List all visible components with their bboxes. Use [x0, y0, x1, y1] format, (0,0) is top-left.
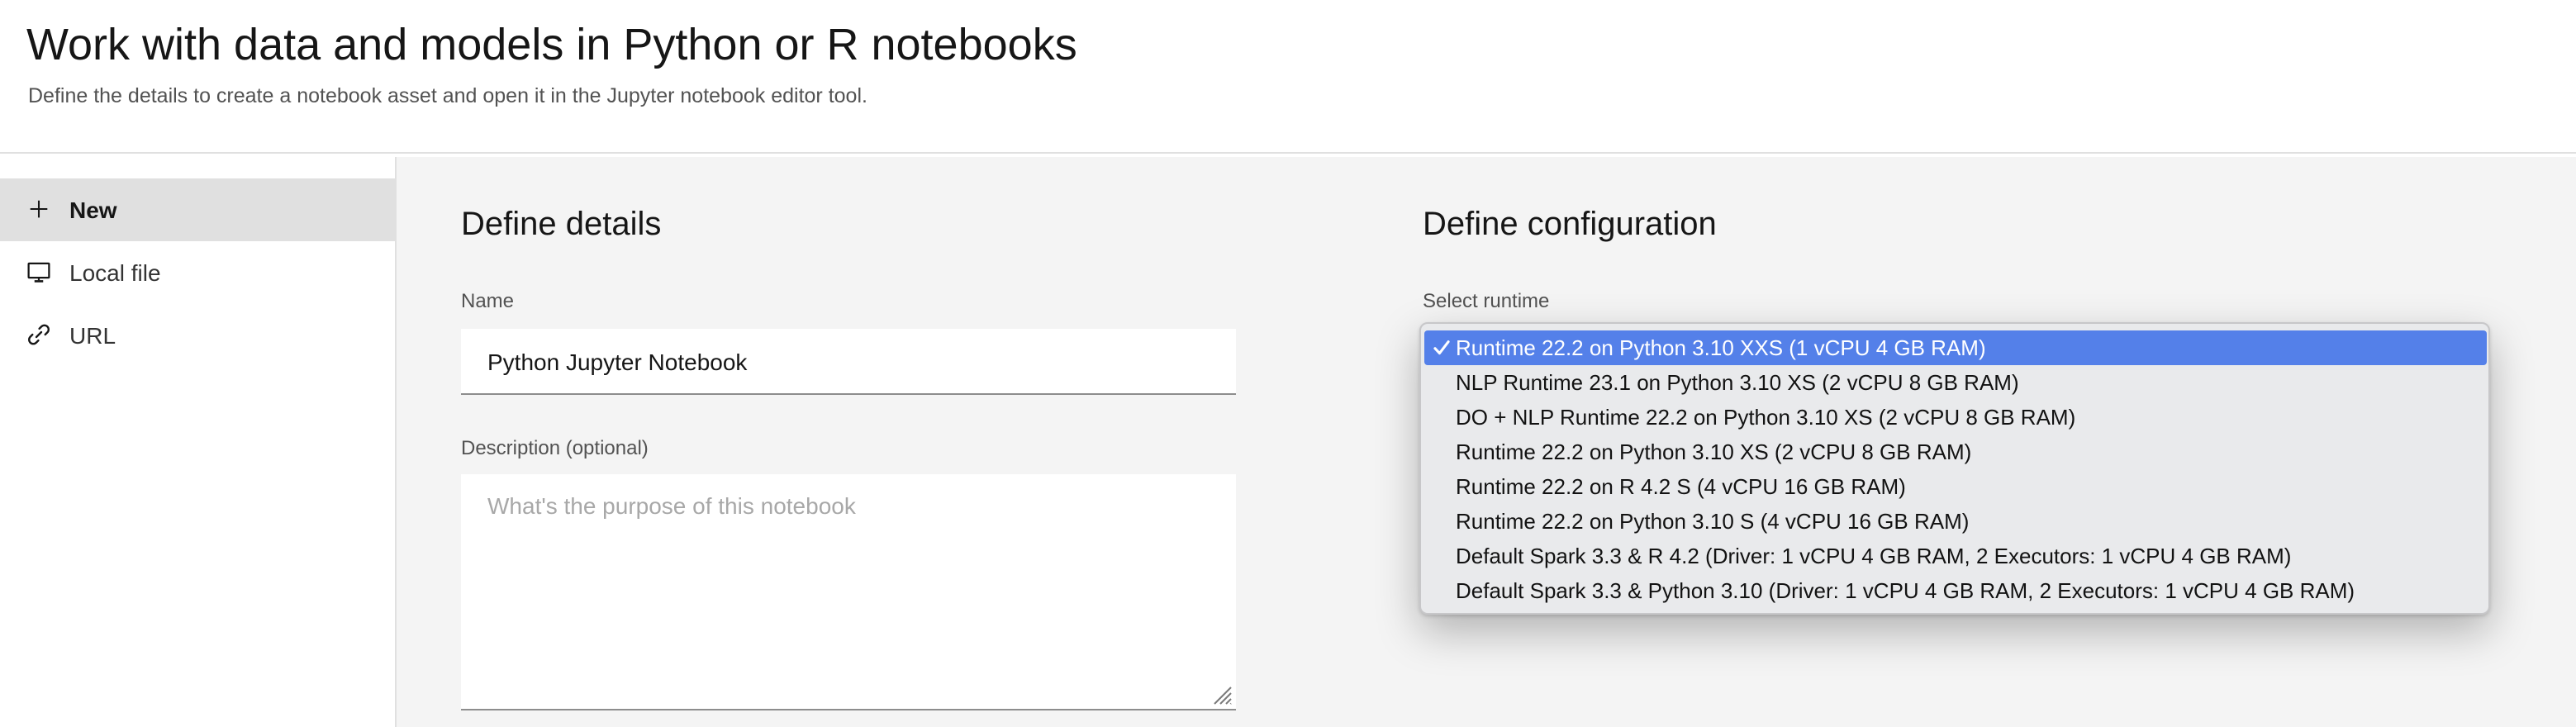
runtime-option-label: Runtime 22.2 on R 4.2 S (4 vCPU 16 GB RA… [1456, 474, 1906, 499]
page-title: Work with data and models in Python or R… [26, 20, 1077, 69]
runtime-option-7[interactable]: Default Spark 3.3 & R 4.2 (Driver: 1 vCP… [1423, 539, 2486, 573]
sidebar-item-local-file[interactable]: Local file [0, 240, 395, 303]
name-label: Name [461, 289, 515, 312]
description-field-wrap [461, 474, 1236, 710]
page-header: Work with data and models in Python or R… [0, 0, 2576, 154]
source-sidebar: New Local file URL [0, 156, 397, 727]
runtime-option-label: NLP Runtime 23.1 on Python 3.10 XS (2 vC… [1456, 370, 2019, 395]
runtime-option-1[interactable]: Runtime 22.2 on Python 3.10 XXS (1 vCPU … [1423, 330, 2486, 365]
plus-icon [26, 197, 51, 221]
runtime-option-6[interactable]: Runtime 22.2 on Python 3.10 S (4 vCPU 16… [1423, 504, 2486, 539]
runtime-option-label: Runtime 22.2 on Python 3.10 XXS (1 vCPU … [1456, 335, 1986, 360]
runtime-option-label: Default Spark 3.3 & Python 3.10 (Driver:… [1456, 578, 2355, 603]
sidebar-item-label: New [69, 196, 117, 222]
runtime-option-4[interactable]: Runtime 22.2 on Python 3.10 XS (2 vCPU 8… [1423, 435, 2486, 469]
define-details-heading: Define details [461, 207, 662, 243]
sidebar-item-url[interactable]: URL [0, 303, 395, 366]
monitor-icon [26, 259, 51, 284]
define-configuration-heading: Define configuration [1423, 207, 1717, 243]
name-input[interactable] [461, 329, 1236, 395]
select-runtime-label: Select runtime [1423, 289, 1550, 312]
runtime-option-3[interactable]: DO + NLP Runtime 22.2 on Python 3.10 XS … [1423, 400, 2486, 435]
runtime-option-label: Runtime 22.2 on Python 3.10 S (4 vCPU 16… [1456, 509, 1970, 534]
runtime-option-2[interactable]: NLP Runtime 23.1 on Python 3.10 XS (2 vC… [1423, 365, 2486, 400]
runtime-option-label: Runtime 22.2 on Python 3.10 XS (2 vCPU 8… [1456, 440, 1972, 464]
resize-grip-icon[interactable] [1213, 686, 1233, 706]
link-icon [26, 322, 51, 347]
runtime-option-label: DO + NLP Runtime 22.2 on Python 3.10 XS … [1456, 405, 2076, 430]
runtime-option-8[interactable]: Default Spark 3.3 & Python 3.10 (Driver:… [1423, 573, 2486, 608]
checkmark-icon [1433, 340, 1449, 355]
sidebar-item-new[interactable]: New [0, 178, 395, 240]
runtime-option-5[interactable]: Runtime 22.2 on R 4.2 S (4 vCPU 16 GB RA… [1423, 469, 2486, 504]
description-textarea[interactable] [461, 474, 1236, 710]
runtime-dropdown-popup: Runtime 22.2 on Python 3.10 XXS (1 vCPU … [1419, 322, 2490, 615]
runtime-option-label: Default Spark 3.3 & R 4.2 (Driver: 1 vCP… [1456, 544, 2292, 568]
page-subtitle: Define the details to create a notebook … [28, 84, 867, 107]
description-label: Description (optional) [461, 436, 649, 459]
sidebar-item-label: URL [69, 321, 116, 348]
sidebar-item-label: Local file [69, 259, 161, 285]
notebook-create-page: Work with data and models in Python or R… [0, 0, 2576, 727]
